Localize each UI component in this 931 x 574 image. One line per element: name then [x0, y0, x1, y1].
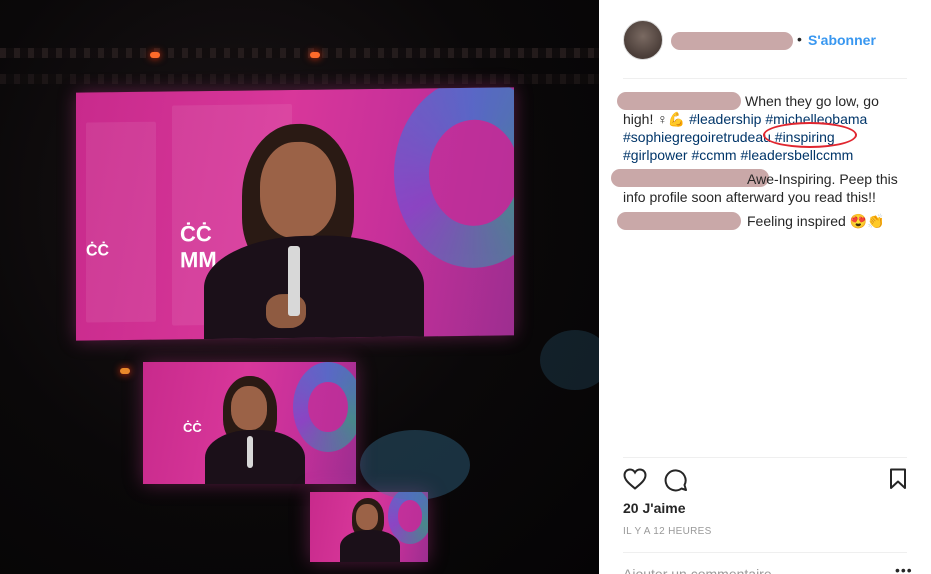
follow-button[interactable]: S'abonner [808, 32, 876, 48]
comment: Awe-Inspiring. Peep this info profile so… [623, 170, 913, 206]
stage-prop [360, 430, 470, 500]
avatar[interactable] [623, 20, 663, 60]
stage-light [120, 368, 130, 374]
post-timestamp[interactable]: IL Y A 12 HEURES [623, 526, 712, 537]
comment-icon[interactable] [664, 468, 688, 492]
add-comment-input[interactable]: Ajouter un commentaire... [623, 566, 783, 574]
stage-truss [0, 74, 599, 84]
main-screen: ĊĊ ΜΜ ĊĊ [76, 87, 514, 341]
more-options-button[interactable]: ••• [895, 562, 913, 574]
comment-divider [623, 552, 907, 553]
stage-light [150, 52, 160, 58]
caption-hashtags[interactable]: #sophiegregoiretrudeau [623, 129, 771, 145]
background-panel [86, 121, 156, 323]
stage-light [310, 52, 320, 58]
heart-icon[interactable] [623, 468, 647, 490]
secondary-screen: ĊĊ [143, 362, 356, 484]
event-logo: ĊĊ [86, 242, 110, 260]
bookmark-icon[interactable] [889, 468, 907, 490]
post-photo[interactable]: ĊĊ ΜΜ ĊĊ ĊĊ [0, 0, 599, 574]
stage-truss [0, 48, 599, 58]
speaker [204, 116, 424, 341]
separator-dot: • [797, 31, 802, 47]
tertiary-screen [310, 492, 428, 562]
actions-divider [623, 457, 907, 458]
event-logo: ĊĊ [183, 420, 202, 435]
stage-prop [540, 330, 599, 390]
post-side-panel: • S'abonner When they go low, go high! ♀… [599, 0, 931, 574]
comment-text: Awe-Inspiring. Peep this [747, 171, 898, 187]
caption-hashtags[interactable]: #girlpower #ccmm #leadersbellccmm [623, 147, 853, 163]
comment-text: info profile soon afterward you read thi… [623, 189, 876, 205]
comment-text: Feeling inspired 😍👏 [747, 213, 885, 229]
speaker [205, 374, 305, 484]
redacted-username[interactable] [671, 32, 793, 50]
likes-count[interactable]: 20 J'aime [623, 500, 686, 516]
header-divider [623, 78, 907, 79]
comment: Feeling inspired 😍👏 [623, 212, 913, 230]
speaker [340, 498, 400, 562]
red-annotation-circle [763, 122, 857, 148]
